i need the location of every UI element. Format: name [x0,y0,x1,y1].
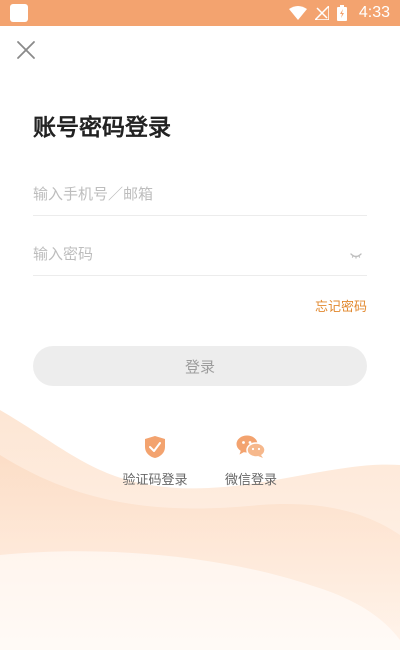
account-field-container [33,173,367,216]
shield-check-icon [145,436,165,458]
close-icon [17,41,35,59]
status-time: 4:33 [358,4,390,21]
password-visibility-toggle[interactable] [349,247,363,261]
close-button[interactable] [16,40,36,60]
wechat-login-option[interactable]: 微信登录 [206,435,296,488]
login-button[interactable]: 登录 [33,346,367,386]
wechat-login-label: 微信登录 [224,473,277,488]
status-icons: 4:33 [288,0,390,26]
password-input[interactable] [33,233,367,275]
account-input[interactable] [33,173,367,215]
battery-charging-icon [336,5,347,21]
notification-icon [10,4,28,22]
eye-closed-icon [350,253,362,259]
no-signal-icon [314,6,329,20]
background-waves [0,410,400,650]
password-field-container [33,233,367,276]
wechat-icon [236,435,266,458]
forgot-password-link[interactable]: 忘记密码 [315,296,367,315]
wifi-icon [288,6,307,20]
page-title: 账号密码登录 [33,115,171,141]
code-login-option[interactable]: 验证码登录 [110,435,200,488]
code-login-label: 验证码登录 [122,473,188,488]
status-bar: 4:33 [0,0,400,26]
